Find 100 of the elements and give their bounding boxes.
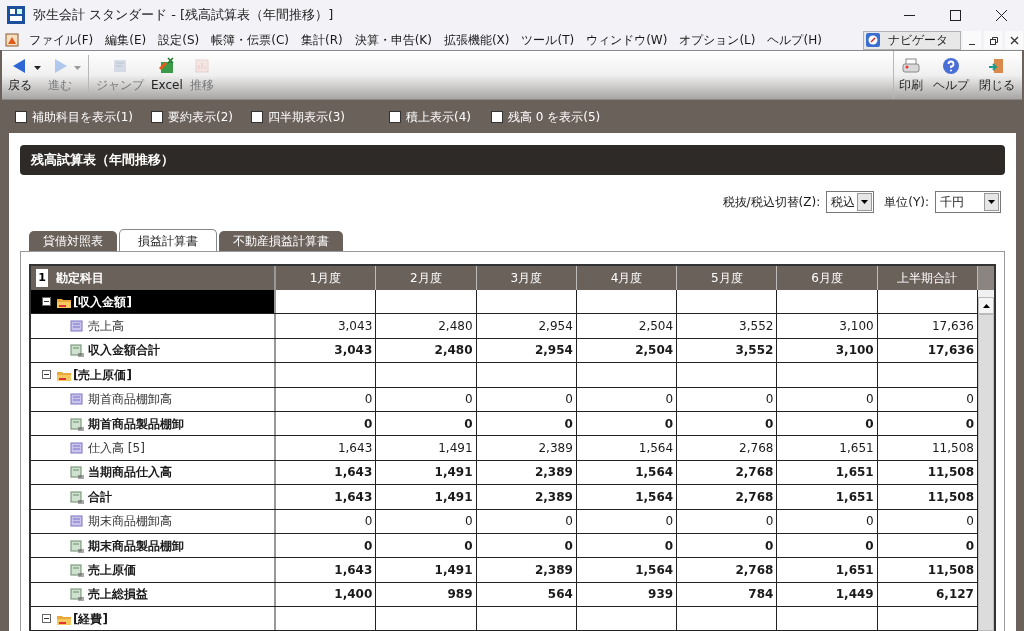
column-header: 1月度 [276, 266, 377, 290]
table-cell: 564 [476, 582, 577, 607]
table-cell: 0 [877, 387, 978, 411]
ledger-icon [69, 392, 84, 407]
toolbar-button[interactable]: 閉じる [976, 51, 1018, 99]
menu-item[interactable]: 設定(S) [152, 31, 206, 49]
table-cell: 1,564 [576, 460, 678, 485]
mdi-close-button[interactable] [1005, 31, 1023, 49]
dropdown-arrow-icon [861, 200, 869, 204]
table-cell: 1,651 [777, 436, 878, 460]
table-cell: 0 [276, 533, 377, 558]
table-cell: 0 [476, 411, 577, 436]
checkbox-label: 残高 0 を表示(5) [508, 108, 601, 126]
ledger-icon [69, 319, 84, 334]
up-arrow-icon [982, 303, 990, 308]
scroll-up-button[interactable] [978, 297, 994, 314]
checkbox[interactable] [15, 110, 27, 123]
menu-item[interactable]: オプション(L) [673, 31, 762, 49]
table-cell: 3,100 [777, 338, 878, 363]
table-cell: 3,552 [677, 338, 778, 363]
navigator-button[interactable]: ナビゲータ [863, 30, 961, 50]
menu-item[interactable]: ウィンドウ(W) [580, 31, 674, 49]
toolbar-button[interactable]: 戻る [5, 51, 44, 99]
table-cell: 11,508 [877, 436, 978, 460]
account-label: 合計 [88, 488, 112, 506]
column-header: 3月度 [476, 266, 577, 290]
table-cell: 0 [376, 509, 477, 533]
compass-icon [866, 33, 880, 47]
document-icon [5, 33, 19, 47]
menu-item[interactable]: 決算・申告(K) [348, 31, 438, 49]
toolbar-button[interactable]: Excel [148, 51, 186, 99]
account-label: [収入金額] [73, 293, 132, 311]
table-cell: 0 [376, 533, 477, 558]
table-cell: 784 [677, 582, 778, 607]
table-cell: 1,643 [276, 558, 377, 582]
mdi-restore-button[interactable] [984, 31, 1002, 49]
table-cell: 0 [576, 509, 678, 533]
minimize-icon [903, 14, 915, 16]
table-cell: 2,954 [476, 314, 577, 338]
column-header: 勘定科目 [56, 270, 104, 287]
table-cell: 3,100 [777, 314, 878, 338]
spreadsheet-icon [157, 56, 176, 75]
row-number-badge: 1 [36, 269, 48, 287]
table-cell: 1,651 [777, 558, 878, 582]
table-cell: 1,564 [576, 558, 678, 582]
table-cell: 11,508 [877, 460, 978, 485]
table-cell: 2,954 [476, 338, 577, 363]
ledger-total-icon [69, 343, 85, 358]
maximize-icon [947, 7, 963, 23]
table-cell: 1,491 [376, 460, 477, 485]
table-cell: 989 [376, 582, 477, 607]
checkbox[interactable] [151, 110, 163, 123]
dropdown[interactable]: 千円 [935, 191, 1001, 213]
menu-item[interactable]: 編集(E) [99, 31, 153, 49]
restore-icon [987, 34, 999, 46]
table-cell: 1,564 [576, 436, 678, 460]
table-cell: 0 [376, 387, 477, 411]
table-cell: 2,768 [677, 485, 778, 509]
table-cell: 3,043 [276, 314, 377, 338]
table-cell: 11,508 [877, 485, 978, 509]
ledger-total-icon [69, 563, 85, 577]
table-cell: 3,552 [677, 314, 778, 338]
table-cell: 1,643 [276, 436, 377, 460]
checkbox[interactable] [389, 110, 401, 123]
table-cell: 0 [877, 533, 978, 558]
table-cell: 0 [777, 411, 878, 436]
table-cell: 0 [476, 533, 577, 558]
close-icon [993, 7, 1009, 23]
menu-item[interactable]: 拡張機能(X) [437, 31, 516, 49]
table-cell: 939 [576, 582, 678, 607]
table-cell: 2,389 [476, 460, 577, 485]
tab[interactable]: 損益計算書 [119, 229, 217, 251]
table-cell: 0 [576, 411, 678, 436]
menu-item[interactable]: ファイル(F) [23, 31, 100, 49]
table-cell: 0 [677, 533, 778, 558]
table-cell: 2,768 [677, 558, 778, 582]
tab[interactable]: 貸借対照表 [29, 231, 117, 251]
column-header: 6月度 [777, 266, 878, 290]
menu-item[interactable]: ヘルプ(H) [761, 31, 828, 49]
checkbox[interactable] [491, 110, 503, 123]
table-cell: 1,651 [777, 460, 878, 485]
menu-item[interactable]: ツール(T) [515, 31, 581, 49]
dropdown[interactable]: 税込 [826, 191, 875, 213]
table-cell: 0 [777, 387, 878, 411]
column-header: 上半期合計 [877, 266, 978, 290]
table-cell: 2,504 [576, 314, 678, 338]
menu-item[interactable]: 帳簿・伝票(C) [205, 31, 295, 49]
account-label: 期首商品製品棚卸 [88, 415, 184, 433]
table-cell: 2,480 [376, 338, 477, 363]
tab[interactable]: 不動産損益計算書 [219, 231, 343, 251]
collapse-icon [42, 297, 51, 307]
ledger-total-icon [69, 416, 85, 431]
panel-title: 残高試算表（年間推移） [31, 151, 174, 170]
menu-item[interactable]: 集計(R) [294, 31, 349, 49]
table-cell: 0 [677, 509, 778, 533]
toolbar-button[interactable]: ヘルプ [930, 51, 972, 99]
table-cell: 17,636 [877, 338, 978, 363]
checkbox[interactable] [251, 110, 263, 123]
app-logo-icon [7, 6, 25, 24]
toolbar-button[interactable]: 印刷 [896, 51, 926, 99]
